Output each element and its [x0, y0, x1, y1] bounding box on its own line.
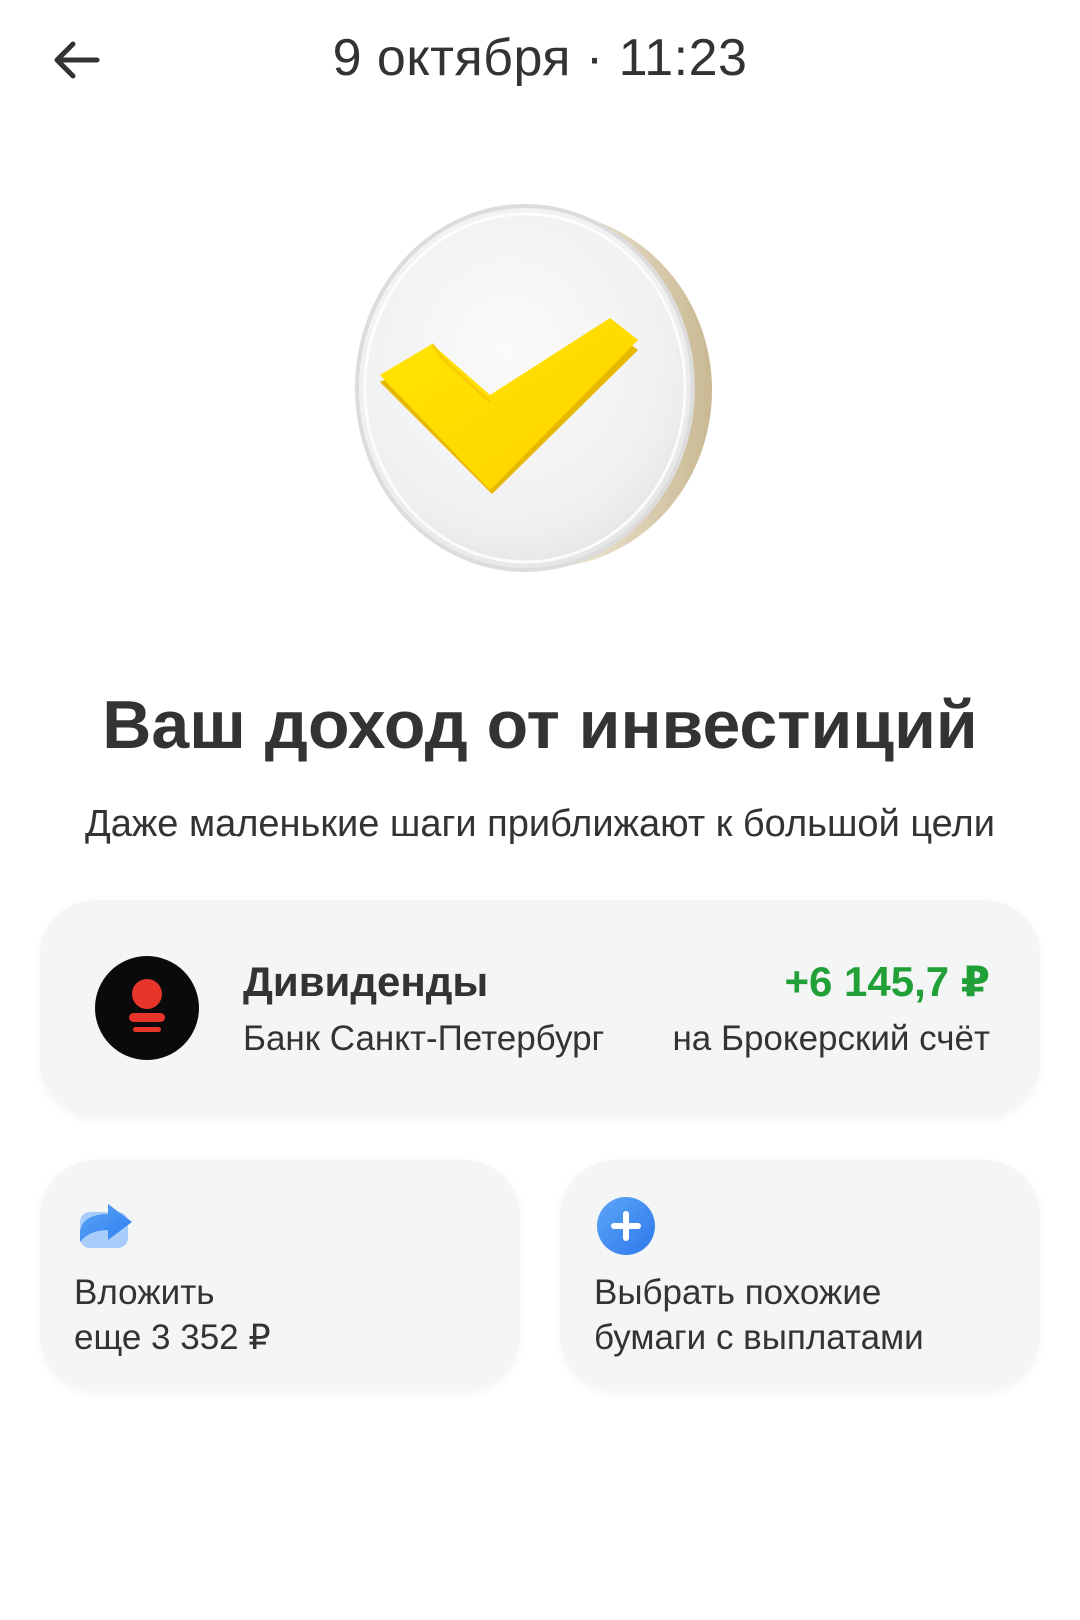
header: 9 октября · 11:23 — [0, 0, 1080, 120]
dividend-target: на Брокерский счёт — [672, 1019, 990, 1058]
dividend-title: Дивиденды — [243, 958, 489, 1005]
find-similar-button[interactable]: Выбрать похожие бумаги с выплатами — [560, 1160, 1040, 1390]
dividend-card[interactable]: Дивиденды +6 145,7 ₽ Банк Санкт-Петербур… — [40, 900, 1040, 1116]
dividend-amount: +6 145,7 ₽ — [784, 958, 990, 1005]
dividend-source: Банк Санкт-Петербург — [243, 1019, 605, 1058]
headline: Ваш доход от инвестиций — [102, 687, 978, 763]
share-arrow-icon — [74, 1194, 138, 1258]
page-title: 9 октября · 11:23 — [332, 29, 748, 87]
plus-circle-icon — [594, 1194, 658, 1258]
hero-illustration — [320, 190, 760, 610]
find-similar-label: Выбрать похожие бумаги с выплатами — [594, 1270, 924, 1360]
find-similar-line1: Выбрать похожие — [594, 1273, 882, 1312]
invest-more-button[interactable]: Вложить еще 3 352 ₽ — [40, 1160, 520, 1390]
bank-logo-icon — [95, 956, 199, 1060]
invest-more-line1: Вложить — [74, 1273, 215, 1312]
invest-more-line2: еще 3 352 ₽ — [74, 1318, 271, 1357]
invest-more-label: Вложить еще 3 352 ₽ — [74, 1270, 271, 1360]
find-similar-line2: бумаги с выплатами — [594, 1318, 924, 1357]
subheadline: Даже маленькие шаги приближают к большой… — [85, 803, 995, 845]
text-fade — [613, 1012, 653, 1066]
checkmark-coin-icon — [355, 204, 712, 572]
